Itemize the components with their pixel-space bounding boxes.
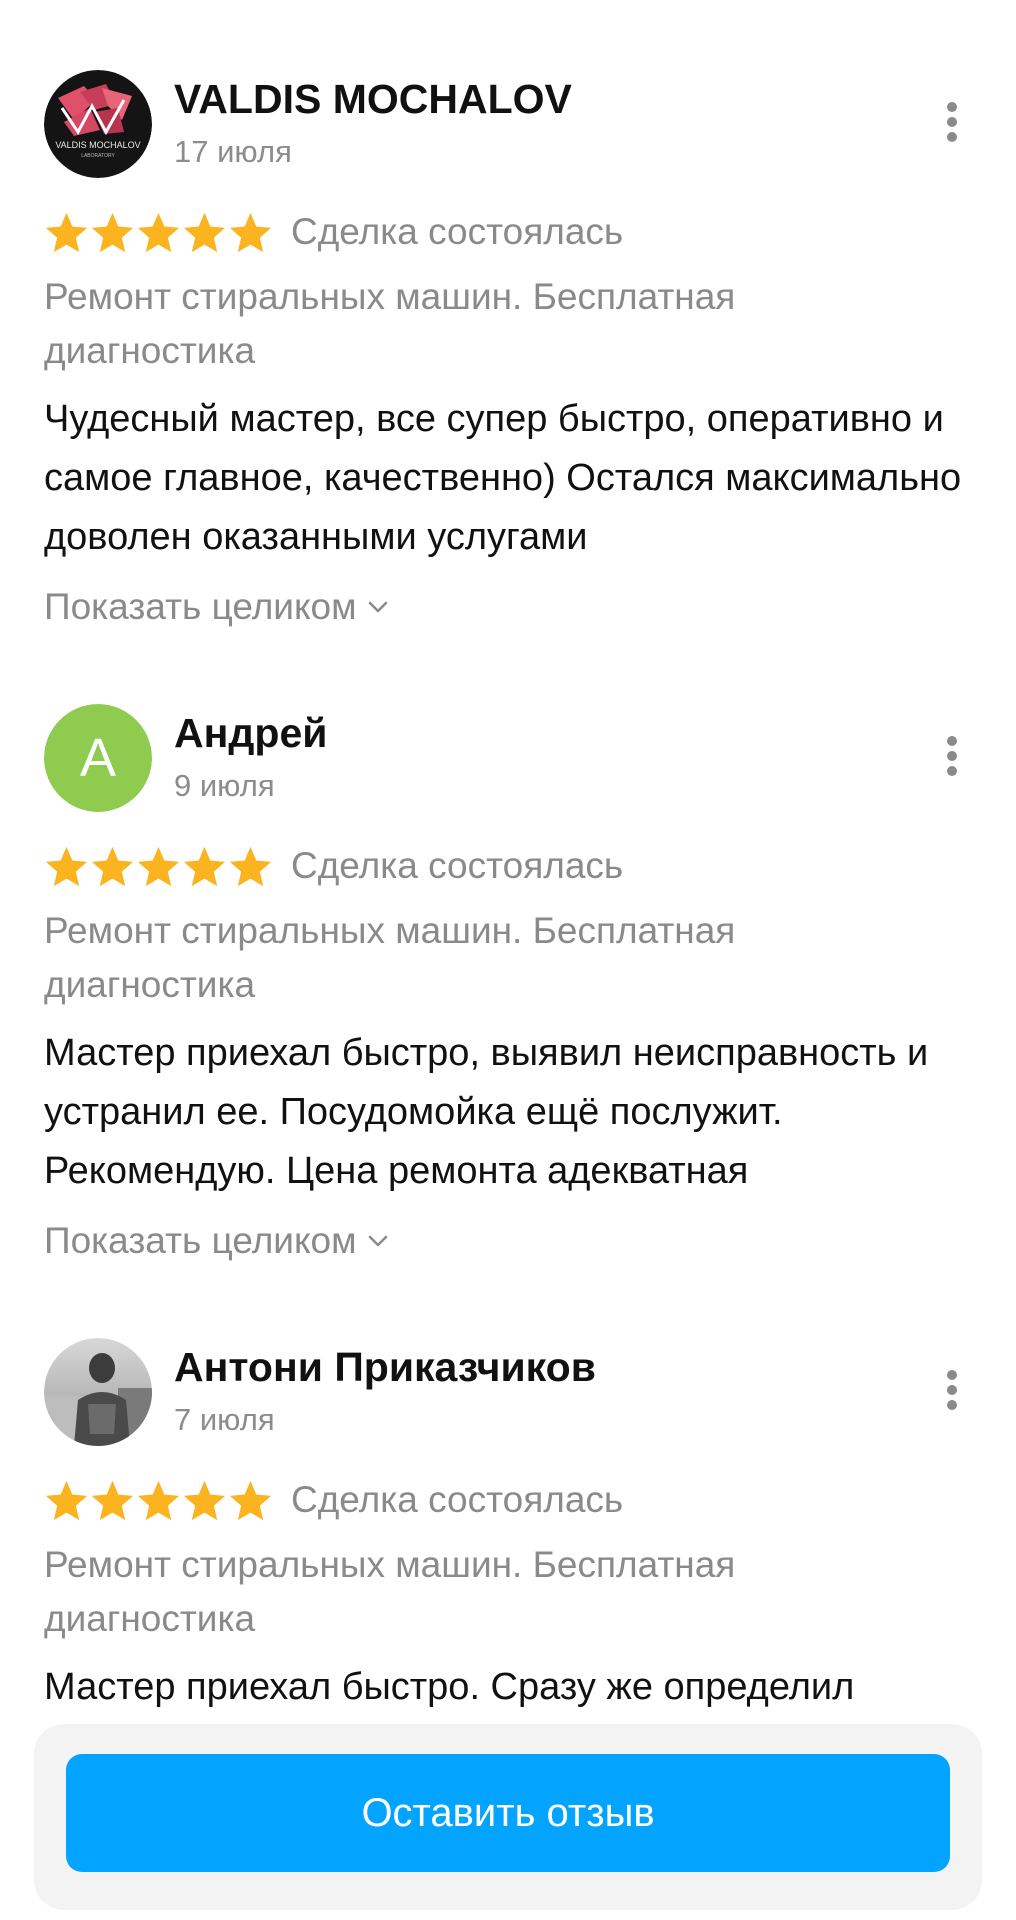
deal-status: Сделка состоялась — [291, 1479, 624, 1520]
avatar-letter: А — [44, 704, 152, 812]
rating-row: Сделка состоялась — [44, 1474, 972, 1526]
rating-stars — [44, 1479, 273, 1522]
service-name: Ремонт стиральных машин. Бесплатная диаг… — [44, 276, 736, 371]
review-header: Антони Приказчиков 7 июля — [44, 1338, 972, 1450]
rating-stars — [44, 211, 273, 254]
review-text: Мастер приехал быстро. Сразу же определи… — [44, 1666, 855, 1708]
logo-text: VALDIS MOCHALOV — [55, 140, 140, 150]
avatar[interactable]: А — [44, 704, 152, 812]
more-vertical-icon — [947, 102, 957, 142]
review-text: Чудесный мастер, все супер быстро, опера… — [44, 398, 962, 558]
review-date: 9 июля — [174, 768, 275, 803]
avatar[interactable] — [44, 1338, 152, 1446]
star-icon — [229, 212, 272, 252]
show-all-label: Показать целиком — [44, 586, 357, 627]
bottom-action-panel: Оставить отзыв — [34, 1724, 982, 1910]
rating-row: Сделка состоялась — [44, 206, 972, 258]
rating-stars — [44, 845, 273, 888]
more-options-button[interactable] — [932, 728, 972, 784]
review-card: VALDIS MOCHALOV LABORATORY VALDIS MOCHAL… — [44, 70, 972, 639]
star-icon — [229, 846, 272, 886]
deal-status: Сделка состоялась — [291, 211, 624, 252]
more-options-button[interactable] — [932, 1362, 972, 1418]
star-icon — [183, 846, 226, 886]
avatar[interactable]: VALDIS MOCHALOV LABORATORY — [44, 70, 152, 178]
chevron-down-icon — [368, 601, 387, 613]
review-card: А Андрей 9 июля Сделка состоялась Ремонт… — [44, 704, 972, 1273]
review-header: А Андрей 9 июля — [44, 704, 972, 816]
star-icon — [137, 1480, 180, 1520]
review-text: Мастер приехал быстро, выявил неисправно… — [44, 1032, 929, 1192]
star-icon — [91, 846, 134, 886]
reviews-page: VALDIS MOCHALOV LABORATORY VALDIS MOCHAL… — [0, 0, 1016, 1920]
author-name[interactable]: Антони Приказчиков — [174, 1344, 596, 1391]
star-icon — [91, 1480, 134, 1520]
show-all-label: Показать целиком — [44, 1220, 357, 1261]
show-all-link[interactable]: Показать целиком — [44, 1209, 972, 1273]
user-photo-icon — [44, 1338, 152, 1446]
rating-row: Сделка состоялась — [44, 840, 972, 892]
show-all-link[interactable]: Показать целиком — [44, 575, 972, 639]
review-header: VALDIS MOCHALOV LABORATORY VALDIS MOCHAL… — [44, 70, 972, 182]
more-options-button[interactable] — [932, 94, 972, 150]
star-icon — [45, 846, 88, 886]
star-icon — [137, 212, 180, 252]
leave-review-button[interactable]: Оставить отзыв — [66, 1754, 950, 1872]
review-date: 17 июля — [174, 134, 292, 169]
star-icon — [183, 1480, 226, 1520]
logo-subtext: LABORATORY — [81, 153, 115, 159]
star-icon — [229, 1480, 272, 1520]
star-icon — [137, 846, 180, 886]
deal-status: Сделка состоялась — [291, 845, 624, 886]
service-name: Ремонт стиральных машин. Бесплатная диаг… — [44, 1544, 736, 1639]
star-icon — [91, 212, 134, 252]
service-name: Ремонт стиральных машин. Бесплатная диаг… — [44, 910, 736, 1005]
review-date: 7 июля — [174, 1402, 275, 1437]
valdis-logo-icon: VALDIS MOCHALOV LABORATORY — [44, 70, 152, 178]
star-icon — [45, 1480, 88, 1520]
author-name[interactable]: Андрей — [174, 710, 327, 757]
star-icon — [45, 212, 88, 252]
author-name[interactable]: VALDIS MOCHALOV — [174, 76, 572, 123]
star-icon — [183, 212, 226, 252]
chevron-down-icon — [368, 1235, 387, 1247]
more-vertical-icon — [947, 1370, 957, 1410]
more-vertical-icon — [947, 736, 957, 776]
review-card: Антони Приказчиков 7 июля Сделка состоял… — [44, 1338, 972, 1717]
